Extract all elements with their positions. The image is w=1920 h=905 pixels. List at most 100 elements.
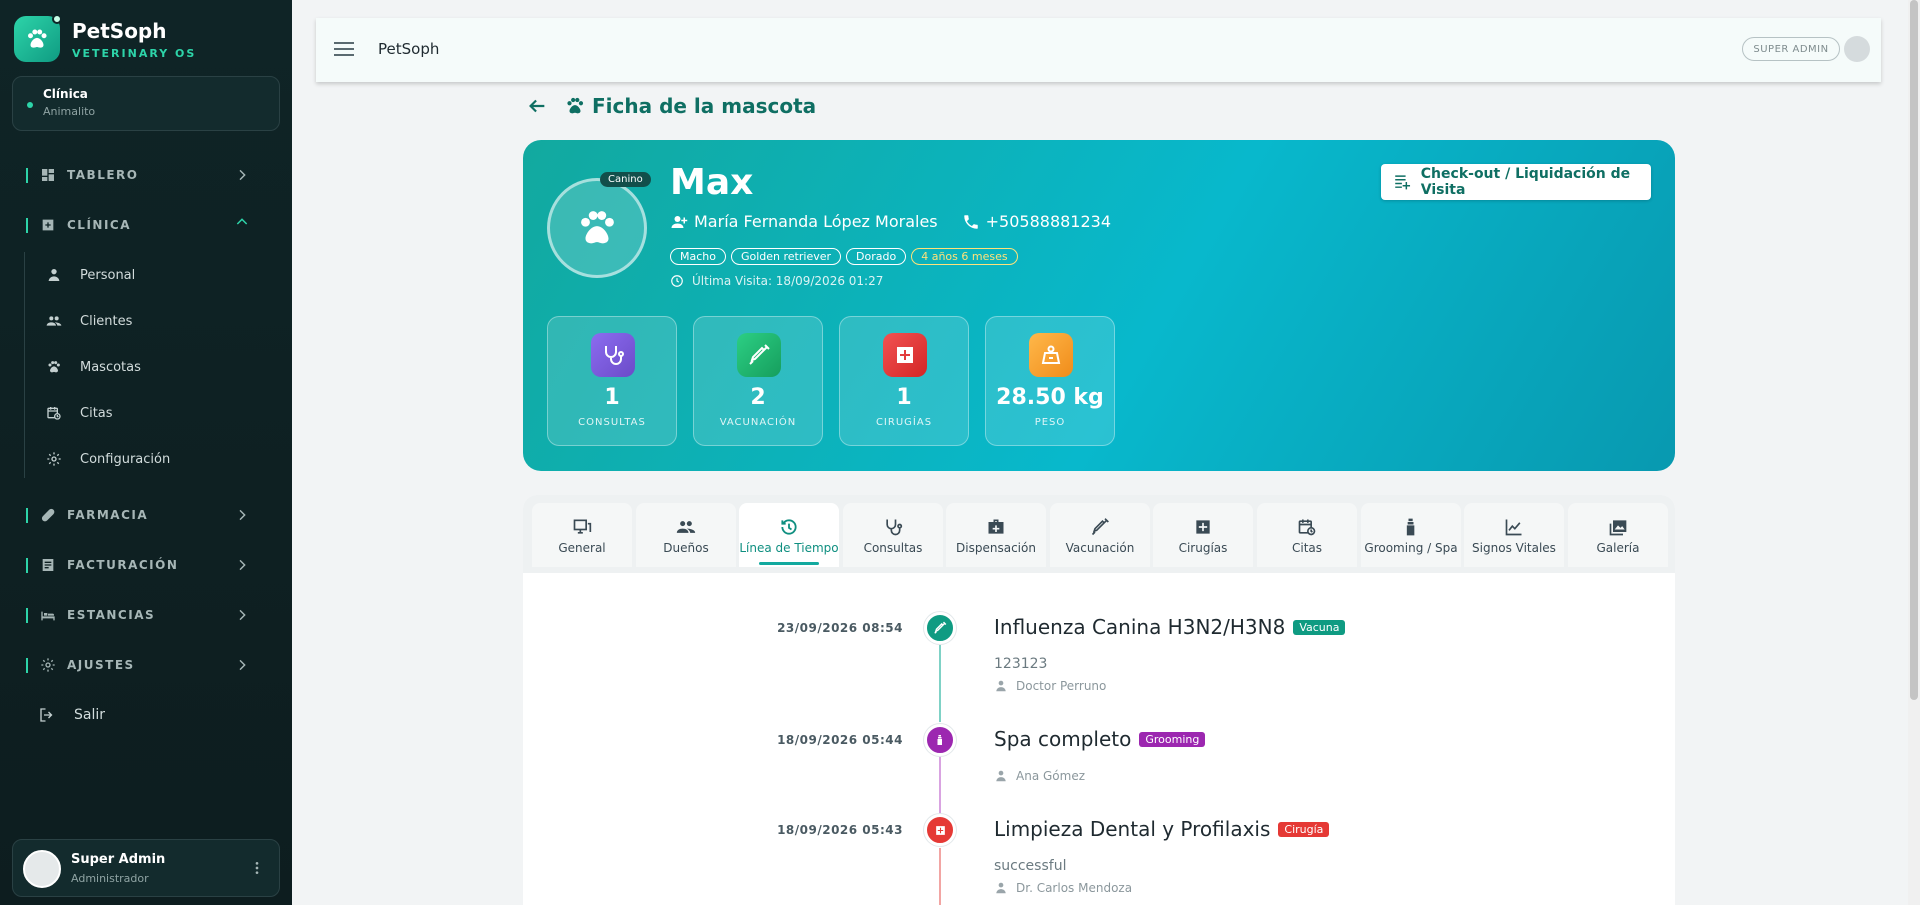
sidebar-item-clientes[interactable]: Clientes (46, 306, 276, 336)
timeline-date: 18/09/2026 05:44 (777, 733, 903, 747)
timeline-description: successful (994, 858, 1067, 874)
stat-label: CONSULTAS (578, 417, 646, 428)
timeline-date: 23/09/2026 08:54 (777, 621, 903, 635)
users-icon (46, 316, 62, 326)
logout-button[interactable]: Salir (38, 706, 105, 724)
stat-consultas[interactable]: 1 CONSULTAS (547, 316, 677, 446)
hospital-plus-icon (883, 333, 927, 377)
tab-galeria[interactable]: Galería (1568, 503, 1668, 567)
timeline-title: Spa completo (994, 727, 1132, 751)
tab-citas[interactable]: Citas (1257, 503, 1357, 567)
chevron-right-icon (239, 169, 246, 181)
sidebar-item-label: Citas (80, 405, 113, 421)
avatar[interactable] (1844, 36, 1870, 62)
brand-name: PetSoph (72, 18, 167, 43)
weight-icon (1029, 333, 1073, 377)
tab-vacunacion[interactable]: Vacunación (1050, 503, 1150, 567)
last-visit-text: Última Visita: 18/09/2026 01:27 (692, 274, 884, 288)
chevron-right-icon (239, 659, 246, 671)
timeline-connector (939, 645, 941, 722)
stat-label: VACUNACIÓN (719, 417, 797, 428)
clock-icon (671, 275, 683, 287)
nav-section-estancias[interactable]: ESTANCIAS (0, 600, 292, 630)
nav-section-ajustes[interactable]: AJUSTES (0, 650, 292, 680)
spray-bottle-icon (1406, 518, 1415, 536)
more-vertical-icon[interactable] (249, 860, 265, 876)
hamburger-menu-icon[interactable] (334, 40, 354, 58)
sidebar-item-configuracion[interactable]: Configuración (46, 444, 276, 474)
tab-linea-de-tiempo[interactable]: Línea de Tiempo (739, 503, 839, 567)
stethoscope-icon (886, 519, 903, 536)
pet-name: Max (670, 162, 754, 203)
tab-label: Línea de Tiempo (739, 541, 839, 555)
owner-name: María Fernanda López Morales (694, 212, 938, 231)
clinic-selector[interactable]: Clínica Animalito (12, 76, 280, 131)
sidebar-item-personal[interactable]: Personal (46, 260, 276, 290)
sidebar-item-label: Clientes (80, 313, 133, 329)
nav-section-farmacia[interactable]: FARMACIA (0, 500, 292, 530)
tab-bar: General Dueños Línea de Tiempo Consultas… (523, 495, 1675, 573)
nav-section-label: FACTURACIÓN (67, 558, 179, 572)
tab-grooming-spa[interactable]: Grooming / Spa (1361, 503, 1461, 567)
tab-consultas[interactable]: Consultas (843, 503, 943, 567)
sidebar-item-mascotas[interactable]: Mascotas (46, 352, 276, 382)
timeline-item[interactable]: Spa completo Grooming (994, 727, 1206, 751)
nav-section-tablero[interactable]: TABLERO (0, 160, 292, 190)
gallery-icon (1609, 520, 1627, 536)
tab-label: Cirugías (1178, 541, 1228, 555)
nav-section-clinica[interactable]: CLÍNICA (0, 210, 292, 240)
doctor-icon (996, 770, 1006, 782)
nav-section-label: ESTANCIAS (67, 608, 156, 622)
role-badge: SUPER ADMIN (1742, 37, 1840, 61)
timeline-description: 123123 (994, 656, 1048, 672)
stat-peso[interactable]: 28.50 kg PESO (985, 316, 1115, 446)
stat-value: 1 (604, 385, 620, 410)
staff-icon (48, 269, 60, 281)
tab-label: Dispensación (956, 541, 1036, 555)
tag-breed: Golden retriever (730, 248, 842, 265)
tab-general[interactable]: General (532, 503, 632, 567)
tab-dispensacion[interactable]: Dispensación (946, 503, 1046, 567)
nav-section-facturacion[interactable]: FACTURACIÓN (0, 550, 292, 580)
pet-detail-panel: General Dueños Línea de Tiempo Consultas… (523, 495, 1675, 905)
user-card[interactable]: Super Admin Administrador (12, 839, 280, 897)
page-scrollbar[interactable] (1908, 0, 1920, 905)
back-arrow-icon[interactable] (526, 95, 548, 117)
tab-signos-vitales[interactable]: Signos Vitales (1464, 503, 1564, 567)
stat-cirugias[interactable]: 1 CIRUGÍAS (839, 316, 969, 446)
tab-cirugias[interactable]: Cirugías (1153, 503, 1253, 567)
medkit-icon (988, 519, 1004, 534)
owner-icon (671, 215, 688, 228)
syringe-icon (1091, 518, 1109, 536)
tab-label: Citas (1291, 541, 1323, 555)
stat-value: 1 (896, 385, 912, 410)
bed-icon (41, 611, 55, 621)
timeline-doctor-name: Doctor Perruno (1016, 679, 1107, 693)
hospital-plus-icon (924, 814, 956, 846)
tab-label: Vacunación (1065, 541, 1135, 555)
timeline-badge: Cirugía (1278, 821, 1330, 837)
chevron-right-icon (239, 559, 246, 571)
timeline-item[interactable]: Limpieza Dental y Profilaxis Cirugía (994, 817, 1330, 841)
nav-section-label: CLÍNICA (67, 218, 132, 232)
owner-info: María Fernanda López Morales +5058888123… (670, 212, 1111, 231)
tab-duenos[interactable]: Dueños (636, 503, 736, 567)
tab-label: Grooming / Spa (1364, 541, 1458, 555)
timeline-doctor-name: Ana Gómez (1016, 769, 1085, 783)
chart-line-icon (1505, 519, 1522, 536)
sidebar-item-label: Configuración (80, 451, 171, 467)
timeline-item[interactable]: Influenza Canina H3N2/H3N8 Vacuna (994, 615, 1346, 639)
chevron-up-icon (236, 218, 248, 225)
timeline-title: Influenza Canina H3N2/H3N8 (994, 615, 1286, 639)
brand[interactable]: PetSoph VETERINARY OS (14, 14, 196, 62)
scrollbar-thumb[interactable] (1910, 0, 1918, 700)
checkout-button[interactable]: Check-out / Liquidación de Visita (1381, 164, 1651, 200)
stat-label: CIRUGÍAS (875, 417, 933, 428)
stat-vacunacion[interactable]: 2 VACUNACIÓN (693, 316, 823, 446)
tab-label: Galería (1596, 541, 1640, 555)
page-header: Ficha de la mascota (526, 94, 816, 118)
phone-icon (963, 214, 978, 229)
sidebar-item-citas[interactable]: Citas (46, 398, 276, 428)
pet-tags: Macho Golden retriever Dorado 4 años 6 m… (670, 248, 1023, 265)
status-dot (27, 102, 33, 108)
